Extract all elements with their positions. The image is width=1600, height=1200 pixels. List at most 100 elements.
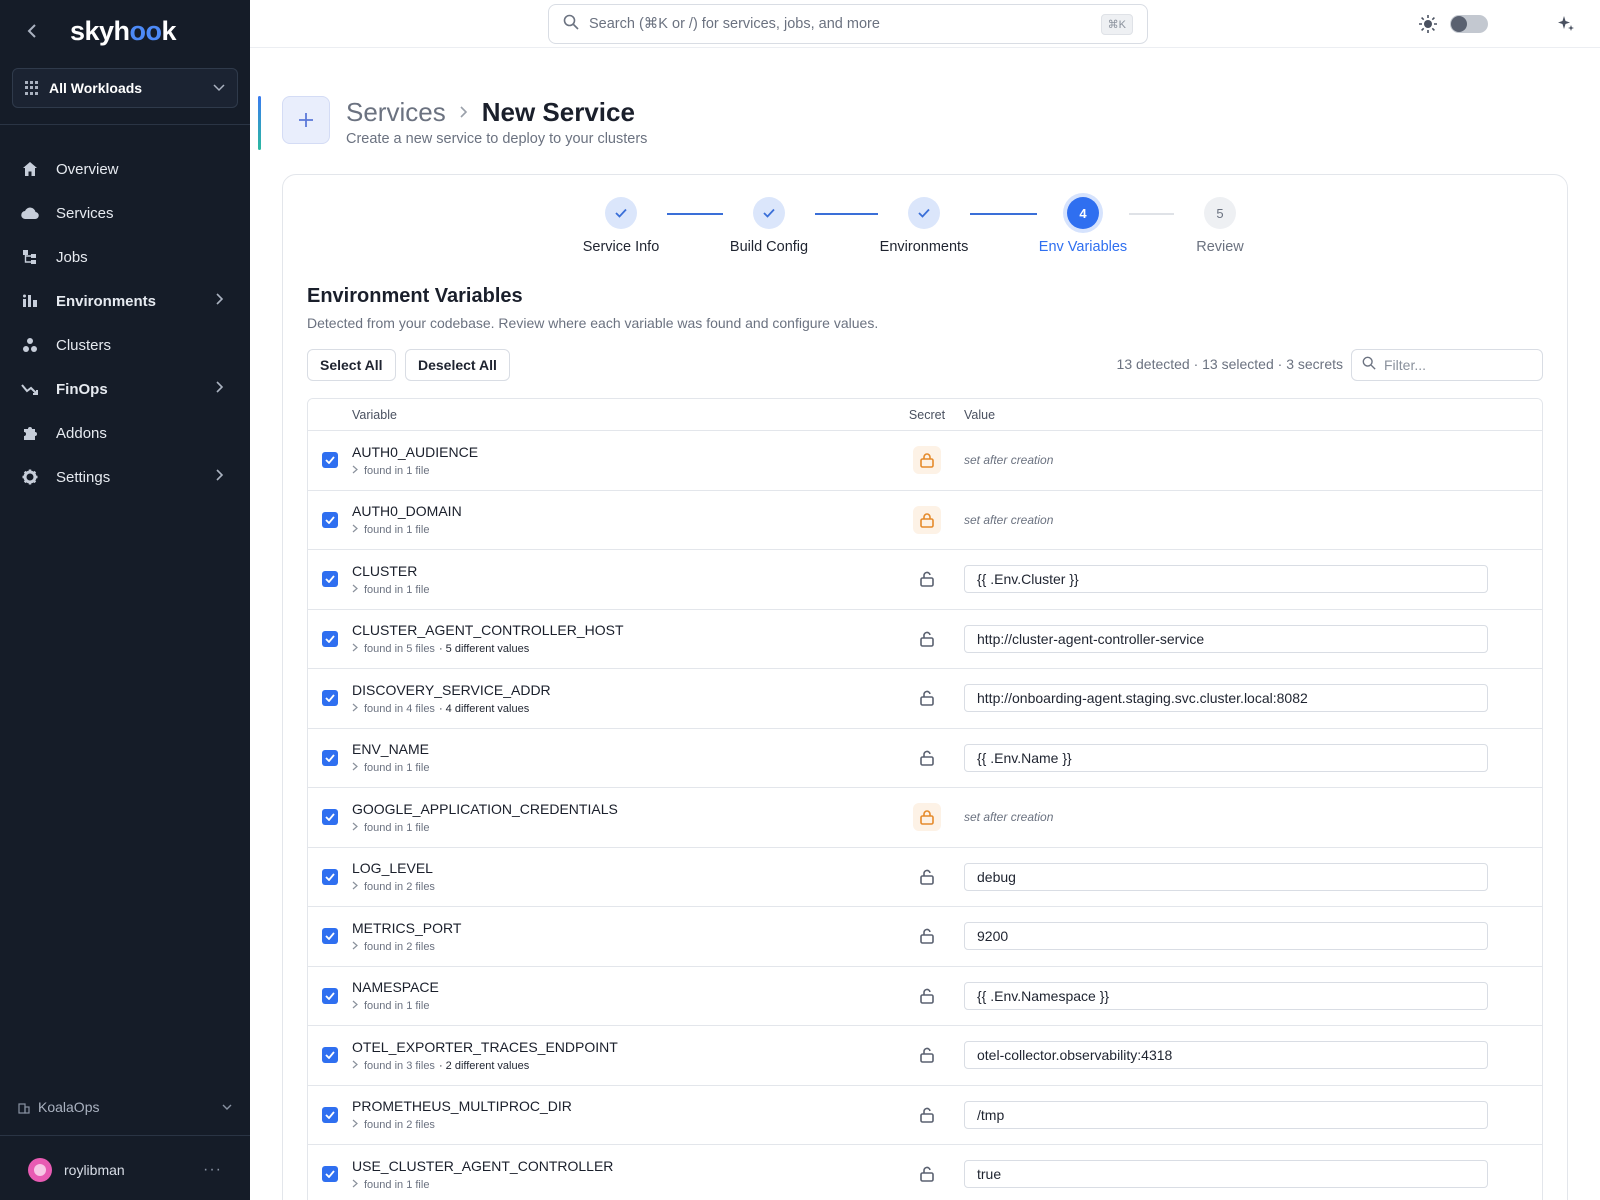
chevron-right-icon[interactable] — [352, 822, 358, 834]
value-input[interactable] — [964, 1160, 1488, 1189]
value-input[interactable] — [964, 1041, 1488, 1070]
sidebar-item-label: Jobs — [56, 248, 88, 266]
sparkle-icon[interactable] — [1556, 14, 1576, 34]
header-accent-bar — [258, 96, 261, 150]
lock-icon[interactable] — [913, 803, 941, 832]
found-count: found in 1 file — [364, 464, 430, 477]
unlock-icon[interactable] — [913, 565, 941, 593]
row-checkbox[interactable] — [322, 928, 338, 945]
sidebar-item-settings[interactable]: Settings — [0, 455, 250, 499]
unlock-icon[interactable] — [913, 1101, 941, 1129]
sidebar-item-addons[interactable]: Addons — [0, 411, 250, 455]
more-icon[interactable]: ··· — [203, 1161, 222, 1179]
unlock-icon[interactable] — [913, 922, 941, 950]
org-selector[interactable]: KoalaOps — [0, 1093, 250, 1121]
row-checkbox[interactable] — [322, 630, 338, 647]
value-input[interactable] — [964, 743, 1488, 772]
found-count: found in 1 file — [364, 1000, 430, 1013]
row-checkbox[interactable] — [322, 809, 338, 826]
sidebar-item-services[interactable]: Services — [0, 191, 250, 235]
chevron-right-icon[interactable] — [352, 762, 358, 774]
column-header-variable: Variable — [352, 407, 397, 422]
chevron-right-icon — [460, 101, 468, 124]
chevron-right-icon[interactable] — [352, 524, 358, 536]
chevron-right-icon[interactable] — [352, 1000, 358, 1012]
step-review: 5 Review — [1150, 197, 1290, 255]
search-input[interactable]: Search (⌘K or /) for services, jobs, and… — [589, 16, 1101, 32]
unlock-icon[interactable] — [913, 684, 941, 712]
sidebar-item-jobs[interactable]: Jobs — [0, 235, 250, 279]
collapse-sidebar-icon[interactable] — [24, 23, 40, 39]
step-service-info[interactable]: Service Info — [551, 197, 691, 255]
table-row: DISCOVERY_SERVICE_ADDR found in 4 files · … — [308, 669, 1542, 729]
value-input[interactable] — [964, 981, 1488, 1010]
search-icon — [1362, 356, 1376, 375]
chevron-right-icon[interactable] — [352, 941, 358, 953]
value-input[interactable] — [964, 1100, 1488, 1129]
step-environments[interactable]: Environments — [854, 197, 994, 255]
divider — [0, 1135, 250, 1136]
env-variables-table: Variable Secret Value AUTH0_AUDIENCE foun… — [307, 398, 1543, 1200]
row-checkbox[interactable] — [322, 987, 338, 1004]
filter-input[interactable] — [1384, 357, 1534, 373]
row-checkbox[interactable] — [322, 511, 338, 528]
row-checkbox[interactable] — [322, 868, 338, 885]
unlock-icon[interactable] — [913, 982, 941, 1010]
sidebar-item-clusters[interactable]: Clusters — [0, 323, 250, 367]
value-input[interactable] — [964, 624, 1488, 653]
unlock-icon[interactable] — [913, 1160, 941, 1188]
value-placeholder: set after creation — [964, 512, 1054, 527]
unlock-icon[interactable] — [913, 625, 941, 653]
row-checkbox[interactable] — [322, 452, 338, 469]
deselect-all-button[interactable]: Deselect All — [405, 349, 510, 381]
variable-name: NAMESPACE — [352, 979, 439, 996]
table-row: LOG_LEVEL found in 2 files — [308, 848, 1542, 907]
theme-toggle[interactable] — [1450, 15, 1488, 33]
sidebar-item-finops[interactable]: FinOps — [0, 367, 250, 411]
row-checkbox[interactable] — [322, 1106, 338, 1123]
workload-selector[interactable]: All Workloads — [12, 68, 238, 108]
row-checkbox[interactable] — [322, 571, 338, 588]
chevron-right-icon[interactable] — [352, 643, 358, 655]
user-menu[interactable]: roylibman ··· — [0, 1155, 250, 1185]
table-row: USE_CLUSTER_AGENT_CONTROLLER found in 1 f… — [308, 1145, 1542, 1200]
filter-field[interactable] — [1351, 349, 1543, 381]
unlock-icon[interactable] — [913, 744, 941, 772]
lock-icon[interactable] — [913, 446, 941, 475]
breadcrumb-services[interactable]: Services — [346, 97, 446, 128]
chevron-right-icon[interactable] — [352, 465, 358, 477]
found-count: found in 4 files — [364, 702, 435, 715]
table-header: Variable Secret Value — [308, 399, 1542, 431]
chevron-right-icon[interactable] — [352, 703, 358, 715]
value-input[interactable] — [964, 565, 1488, 594]
table-row: PROMETHEUS_MULTIPROC_DIR found in 2 files — [308, 1086, 1542, 1145]
found-count: found in 2 files — [364, 940, 435, 953]
unlock-icon[interactable] — [913, 863, 941, 891]
brand-logo[interactable]: skyhook — [70, 16, 177, 47]
select-all-button[interactable]: Select All — [307, 349, 396, 381]
chevron-right-icon[interactable] — [352, 584, 358, 596]
table-row: METRICS_PORT found in 2 files — [308, 907, 1542, 967]
step-build-config[interactable]: Build Config — [699, 197, 839, 255]
row-checkbox[interactable] — [322, 690, 338, 707]
global-search[interactable]: Search (⌘K or /) for services, jobs, and… — [548, 4, 1148, 44]
chevron-right-icon[interactable] — [352, 1179, 358, 1191]
puzzle-icon — [20, 423, 40, 443]
table-row: AUTH0_DOMAIN found in 1 file set after cre… — [308, 491, 1542, 550]
chevron-right-icon[interactable] — [352, 881, 358, 893]
chevron-right-icon[interactable] — [352, 1119, 358, 1131]
value-input[interactable] — [964, 862, 1488, 891]
variable-name: CLUSTER — [352, 562, 418, 579]
sidebar-item-environments[interactable]: Environments — [0, 279, 250, 323]
row-checkbox[interactable] — [322, 1166, 338, 1183]
sun-icon[interactable] — [1418, 14, 1438, 34]
value-input[interactable] — [964, 922, 1488, 951]
lock-icon[interactable] — [913, 505, 941, 534]
row-checkbox[interactable] — [322, 1047, 338, 1064]
row-checkbox[interactable] — [322, 749, 338, 766]
chevron-right-icon[interactable] — [352, 1060, 358, 1072]
sidebar-item-overview[interactable]: Overview — [0, 147, 250, 191]
unlock-icon[interactable] — [913, 1041, 941, 1069]
sidebar-item-label: Services — [56, 204, 114, 222]
value-input[interactable] — [964, 684, 1488, 713]
